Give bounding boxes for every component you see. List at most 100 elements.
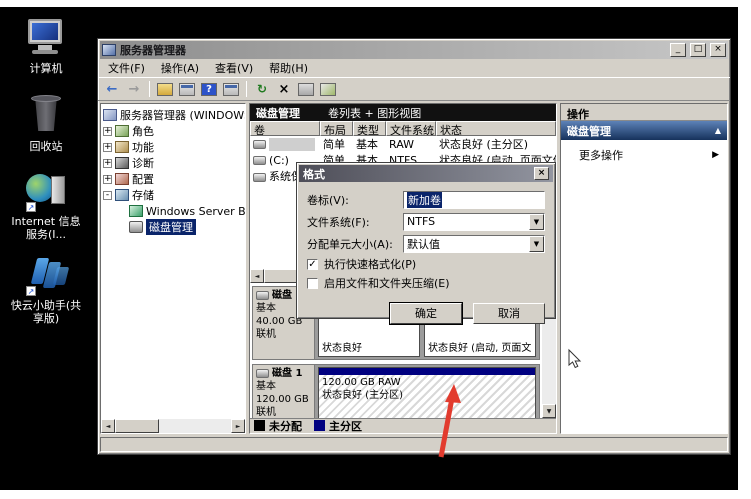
scrollbar-thumb[interactable] xyxy=(115,419,159,433)
window-title: 服务器管理器 xyxy=(120,42,666,58)
refresh-icon[interactable]: ↻ xyxy=(252,80,272,98)
expand-icon[interactable]: + xyxy=(103,127,112,136)
tree-item-diagnostics[interactable]: + 诊断 xyxy=(103,155,245,171)
column-status[interactable]: 状态 xyxy=(436,121,556,136)
primary-partition-swatch xyxy=(314,420,325,431)
more-actions-item[interactable]: 更多操作 ▶ xyxy=(561,140,727,163)
volume-label-input[interactable]: 新加卷 xyxy=(403,191,545,209)
pane-view-mode: 卷列表 + 图形视图 xyxy=(328,105,421,121)
close-button[interactable]: × xyxy=(710,43,726,57)
file-system-label: 文件系统(F): xyxy=(307,214,403,230)
volume-row-new[interactable]: 简单 基本 RAW 状态良好 (主分区) xyxy=(250,136,556,152)
desktop-icon-label: 回收站 xyxy=(6,140,86,153)
desktop-icon-recycle-bin[interactable]: 回收站 xyxy=(6,95,86,153)
scroll-down-icon[interactable]: ▼ xyxy=(542,404,556,418)
chevron-down-icon[interactable]: ▼ xyxy=(529,214,544,230)
desktop-icon-label: 快云小助手(共享版) xyxy=(6,299,86,325)
tree-root-server-manager[interactable]: 服务器管理器 (WINDOWS-U51F31 xyxy=(103,107,245,123)
roles-icon xyxy=(115,125,129,137)
cancel-button[interactable]: 取消 xyxy=(473,303,545,324)
minimize-button[interactable]: _ xyxy=(670,43,686,57)
show-console-tree-icon[interactable] xyxy=(155,80,175,98)
storage-icon xyxy=(115,189,129,201)
submenu-arrow-icon: ▶ xyxy=(712,150,719,160)
title-bar[interactable]: 服务器管理器 _ □ × xyxy=(100,41,728,59)
computer-icon xyxy=(24,17,68,59)
maximize-button[interactable]: □ xyxy=(690,43,706,57)
tree-item-features[interactable]: + 功能 xyxy=(103,139,245,155)
scroll-left-icon[interactable]: ◄ xyxy=(101,419,115,433)
disk-1-label[interactable]: 磁盘 1 基本 120.00 GB 联机 xyxy=(253,365,315,418)
backup-icon xyxy=(129,205,143,217)
console-tree-pane: 服务器管理器 (WINDOWS-U51F31 + 角色 + 功能 + xyxy=(100,103,246,434)
quick-format-checkbox-row[interactable]: ✓ 执行快速格式化(P) xyxy=(307,256,545,272)
kuaiyun-icon: ↗ xyxy=(24,254,68,296)
collapse-icon[interactable]: ▲ xyxy=(715,126,721,135)
dialog-close-icon[interactable]: × xyxy=(534,167,549,180)
column-filesystem[interactable]: 文件系统 xyxy=(386,121,436,136)
expand-icon[interactable]: + xyxy=(103,143,112,152)
collapse-icon[interactable]: - xyxy=(103,191,112,200)
scroll-right-icon[interactable]: ► xyxy=(231,419,245,433)
disk-1-row: 磁盘 1 基本 120.00 GB 联机 120.00 GB RAW xyxy=(252,364,540,418)
toolbar: ← → ? ↻ × xyxy=(98,78,730,101)
menu-action[interactable]: 操作(A) xyxy=(155,58,209,78)
actions-section-disk-management[interactable]: 磁盘管理 ▲ xyxy=(561,121,727,140)
chevron-down-icon[interactable]: ▼ xyxy=(529,236,544,252)
recycle-bin-icon xyxy=(24,95,68,137)
file-system-select[interactable]: NTFS ▼ xyxy=(403,213,545,231)
selected-volume-name xyxy=(269,138,315,151)
column-type[interactable]: 类型 xyxy=(353,121,386,136)
tree-item-storage[interactable]: - 存储 xyxy=(103,187,245,203)
desktop-icon-label: Internet 信息服务(I... xyxy=(6,215,86,241)
dialog-title: 格式 xyxy=(303,166,325,182)
volume-icon xyxy=(253,156,266,165)
checkbox-unchecked-icon[interactable] xyxy=(307,278,318,289)
menu-view[interactable]: 查看(V) xyxy=(209,58,263,78)
primary-partition-bar xyxy=(319,368,535,375)
configuration-icon xyxy=(115,173,129,185)
tree-horizontal-scrollbar[interactable]: ◄ ► xyxy=(101,419,245,433)
tree-item-configuration[interactable]: + 配置 xyxy=(103,171,245,187)
expand-icon[interactable]: + xyxy=(103,175,112,184)
expand-icon[interactable]: + xyxy=(103,159,112,168)
console-window2-icon[interactable] xyxy=(221,80,241,98)
console-tree: 服务器管理器 (WINDOWS-U51F31 + 角色 + 功能 + xyxy=(101,104,245,419)
column-volume[interactable]: 卷 xyxy=(250,121,320,136)
disk-1-partition-raw[interactable]: 120.00 GB RAW 状态良好 (主分区) xyxy=(318,367,536,418)
forward-icon[interactable]: → xyxy=(124,80,144,98)
properties-icon[interactable] xyxy=(296,80,316,98)
help-topics-icon[interactable] xyxy=(318,80,338,98)
menu-help[interactable]: 帮助(H) xyxy=(263,58,318,78)
toolbar-separator xyxy=(149,81,150,97)
desktop-icon-kuaiyun[interactable]: ↗ 快云小助手(共享版) xyxy=(6,254,86,325)
disk-drive-icon xyxy=(256,369,269,378)
allocation-unit-select[interactable]: 默认值 ▼ xyxy=(403,235,545,253)
tree-item-disk-management[interactable]: 磁盘管理 xyxy=(129,219,245,235)
compression-checkbox-row[interactable]: 启用文件和文件夹压缩(E) xyxy=(307,275,545,291)
iis-icon: ↗ xyxy=(24,170,68,212)
ok-button[interactable]: 确定 xyxy=(390,303,462,324)
column-layout[interactable]: 布局 xyxy=(320,121,353,136)
app-icon xyxy=(102,44,116,56)
diagnostics-icon xyxy=(115,157,129,169)
menu-file[interactable]: 文件(F) xyxy=(102,58,155,78)
desktop-icon-iis[interactable]: ↗ Internet 信息服务(I... xyxy=(6,170,86,241)
scroll-left-icon[interactable]: ◄ xyxy=(250,269,264,283)
delete-icon[interactable]: × xyxy=(274,80,294,98)
help-icon[interactable]: ? xyxy=(199,80,219,98)
disk-drive-icon xyxy=(256,291,269,300)
checkbox-checked-icon[interactable]: ✓ xyxy=(307,259,318,270)
desktop-icon-computer[interactable]: 计算机 xyxy=(6,17,86,75)
partition-legend: 未分配 主分区 xyxy=(250,418,556,433)
console-window-icon[interactable] xyxy=(177,80,197,98)
tree-item-roles[interactable]: + 角色 xyxy=(103,123,245,139)
allocation-unit-label: 分配单元大小(A): xyxy=(307,236,403,252)
disk-icon xyxy=(129,221,143,233)
tree-item-windows-server-backup[interactable]: Windows Server Backup xyxy=(129,203,245,219)
unallocated-swatch xyxy=(254,420,265,431)
dialog-title-bar[interactable]: 格式 × xyxy=(299,165,553,182)
features-icon xyxy=(115,141,129,153)
format-dialog: 格式 × 卷标(V): 新加卷 文件系统(F): NTFS ▼ 分配单元大小(A… xyxy=(296,162,556,319)
back-icon[interactable]: ← xyxy=(102,80,122,98)
